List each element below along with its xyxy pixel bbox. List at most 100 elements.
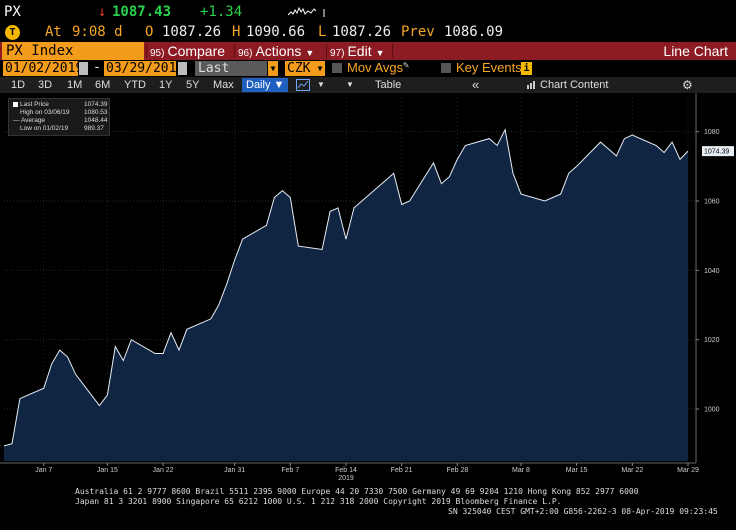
actions-button[interactable]: 96) Actions ▼ [238, 42, 314, 60]
x-tick-label: Feb 7 [281, 467, 299, 474]
gear-icon[interactable]: ⚙ [682, 77, 693, 93]
high-label: H [232, 24, 241, 40]
edit-hotkey: 97) [330, 48, 345, 59]
start-date-input[interactable]: 01/02/2019 [3, 61, 83, 76]
net-change: +1.34 [200, 4, 243, 20]
info-icon[interactable]: i [521, 62, 532, 75]
actions-hotkey: 96) [238, 48, 253, 59]
price-area [4, 129, 688, 462]
quote-header: PX ↓ 1087.43 +1.34 [0, 4, 736, 22]
range-dash: - [93, 60, 101, 75]
compare-hotkey: 95) [150, 48, 165, 59]
legend-swatch [13, 101, 18, 107]
x-tick-label: Feb 21 [391, 467, 413, 474]
last-value-label: 1074.39 [704, 149, 729, 156]
ticker-symbol: PX [4, 4, 21, 20]
key-events-label: Key Events [456, 60, 522, 75]
down-arrow-icon: ↓ [98, 4, 107, 20]
legend-last: Last Price [13, 101, 49, 108]
dropdown-arrow-icon[interactable]: ▼ [268, 61, 278, 76]
chart-type-title: Line Chart [663, 43, 728, 59]
legend-high-value: 1080.53 [84, 109, 108, 116]
quote-time: 9:08 d [72, 24, 123, 40]
low-value: 1087.26 [332, 24, 392, 40]
open-value: 1087.26 [162, 24, 222, 40]
date-range-bar: 01/02/2019 - 03/29/2019 Last Price ▼ CZK… [0, 60, 736, 91]
legend-high-label: High on 03/06/19 [20, 109, 70, 116]
index-name-field[interactable]: PX Index [2, 42, 144, 60]
legend-low-label: Low on 01/02/19 [20, 125, 69, 132]
calendar-icon[interactable] [79, 62, 88, 75]
caret-down-icon: ▼ [305, 48, 315, 58]
separator [234, 44, 235, 58]
x-tick-label: Mar 22 [621, 467, 643, 474]
prev-label: Prev [401, 24, 435, 40]
timeframe-6m[interactable]: 6M [95, 77, 110, 93]
period-select[interactable]: Daily ▼ [242, 78, 289, 92]
timeframe-1y[interactable]: 1Y [159, 77, 172, 93]
dropdown-arrow-icon[interactable]: ▼ [346, 77, 354, 93]
timeframe-max[interactable]: Max [213, 77, 234, 93]
footer-session-info: SN 325040 CEST GMT+2:00 G856-2262-3 08-A… [448, 507, 718, 516]
edit-button[interactable]: 97) Edit ▼ [330, 42, 385, 60]
dropdown-arrow-icon[interactable]: ▼ [315, 61, 325, 76]
timeframe-bar: 1D 3D 1M 6M YTD 1Y 5Y Max Daily ▼ ▼ ▼ Ta… [0, 77, 736, 93]
collapse-left-icon[interactable]: « [472, 77, 479, 93]
toolbar: PX Index 95) Compare 96) Actions ▼ 97) Edit ▼… [0, 42, 736, 60]
legend-avg-label: Average [20, 117, 46, 124]
timeframe-1d[interactable]: 1D [11, 77, 25, 93]
x-tick-label: Mar 8 [512, 467, 530, 474]
calendar-icon[interactable] [178, 62, 187, 75]
legend-low: Low on 01/02/19 [13, 125, 68, 132]
at-label: At [45, 24, 62, 40]
chart-content-icon[interactable] [526, 77, 536, 93]
prev-value: 1086.09 [444, 24, 504, 40]
legend-last-value: 1074.39 [84, 101, 108, 108]
x-tick-label: Jan 7 [35, 467, 52, 474]
realtime-t-icon: T [5, 25, 20, 40]
separator [392, 44, 393, 58]
x-tick-label: Feb 14 [335, 467, 357, 474]
caret-down-icon: ▼ [375, 48, 385, 58]
y-tick-label: 1080 [704, 129, 720, 136]
y-tick-label: 1040 [704, 268, 720, 275]
legend-last-label: Last Price [20, 101, 49, 108]
x-tick-label: Feb 28 [446, 467, 468, 474]
footer-contacts-line2: Japan 81 3 3201 8900 Singapore 65 6212 1… [75, 497, 562, 506]
key-events-checkbox[interactable] [441, 63, 451, 73]
line-style-icon[interactable] [296, 77, 310, 93]
x-year-label: 2019 [338, 475, 354, 482]
x-tick-label: Jan 22 [153, 467, 174, 474]
legend-avg-icon: — [13, 117, 20, 124]
separator [326, 44, 327, 58]
chart-legend: Last Price 1074.39 High on 03/06/19 1080… [8, 98, 110, 136]
actions-label: Actions [255, 43, 302, 59]
x-tick-label: Mar 29 [677, 467, 699, 474]
mov-avgs-checkbox[interactable] [332, 63, 342, 73]
timeframe-1m[interactable]: 1M [67, 77, 82, 93]
x-tick-label: Jan 31 [224, 467, 245, 474]
high-value: 1090.66 [246, 24, 306, 40]
price-field-select[interactable]: Last Price [195, 61, 267, 91]
y-tick-label: 1000 [704, 407, 720, 414]
end-date-input[interactable]: 03/29/2019 [104, 61, 184, 76]
currency-select[interactable]: CZK [285, 61, 315, 76]
legend-low-value: 989.37 [84, 125, 104, 132]
compare-button[interactable]: 95) Compare [150, 42, 225, 60]
timeframe-5y[interactable]: 5Y [186, 77, 199, 93]
mov-avgs-label: Mov Avgs [347, 60, 404, 75]
edit-pencil-icon[interactable]: ✎ [403, 60, 409, 71]
last-price: 1087.43 [112, 4, 172, 20]
quote-details: T At 9:08 d O 1087.26 H 1090.66 L 1087.2… [0, 24, 736, 42]
dropdown-arrow-icon[interactable]: ▼ [317, 77, 325, 93]
separator [146, 44, 147, 58]
timeframe-ytd[interactable]: YTD [124, 77, 146, 93]
open-label: O [145, 24, 154, 40]
legend-avg-value: 1048.44 [84, 117, 108, 124]
table-tab[interactable]: Table [375, 77, 401, 93]
y-tick-label: 1060 [704, 199, 720, 206]
price-chart[interactable]: 1000 1020 1040 1060 1080 1074.39 Jan 7 Jan 15 J… [0, 93, 736, 483]
chart-content-tab[interactable]: Chart Content [540, 77, 608, 93]
timeframe-3d[interactable]: 3D [38, 77, 52, 93]
x-tick-label: Jan 15 [97, 467, 118, 474]
